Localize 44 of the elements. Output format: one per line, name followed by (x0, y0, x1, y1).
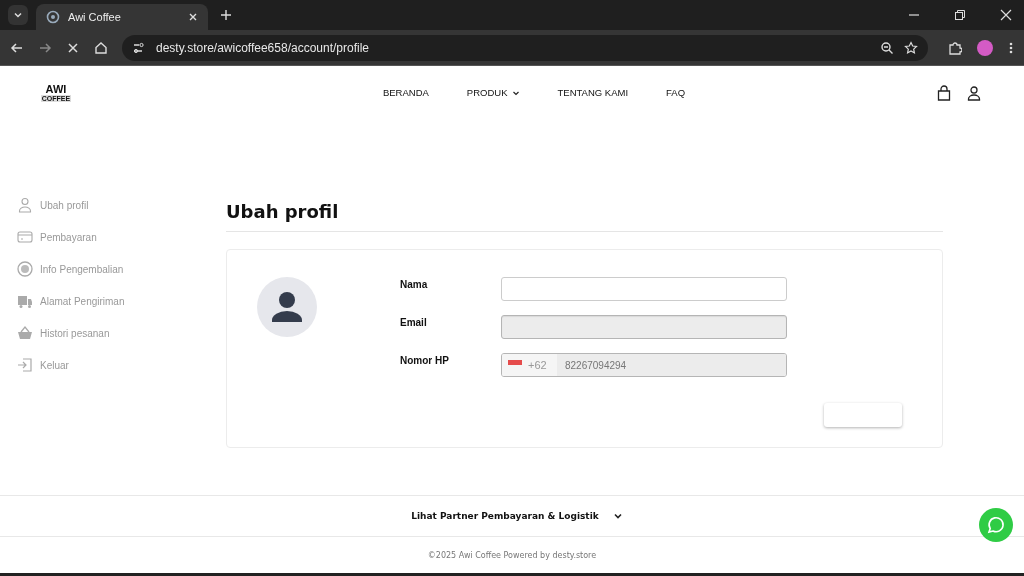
more-icon[interactable] (1008, 40, 1014, 55)
star-icon[interactable] (904, 40, 918, 55)
chevron-down-icon (13, 10, 23, 20)
home-icon[interactable] (94, 40, 108, 55)
page-title: Ubah profil (226, 201, 943, 232)
site-settings-icon[interactable] (132, 40, 146, 55)
restore-icon[interactable] (954, 9, 966, 21)
input-field[interactable] (501, 277, 787, 301)
avatar-icon[interactable] (257, 277, 317, 337)
refund-icon (17, 261, 33, 277)
nav-link[interactable]: BERANDA (382, 87, 429, 98)
user-icon[interactable] (966, 84, 982, 101)
field-label: Nama (400, 278, 429, 290)
stop-icon[interactable] (66, 40, 80, 55)
puzzle-icon[interactable] (948, 40, 962, 55)
new-tab-icon[interactable] (220, 9, 232, 21)
site-icon (46, 10, 60, 24)
profile-avatar-icon[interactable] (976, 38, 994, 57)
tab-title: Awi Coffee (68, 11, 122, 23)
nav-link[interactable]: PRODUK (466, 87, 520, 98)
field-label: Email (400, 316, 428, 328)
zoom-out-icon[interactable] (880, 40, 894, 55)
logout-icon (17, 357, 33, 373)
browser-tab[interactable]: Awi Coffee (36, 4, 208, 30)
tab-list-button[interactable] (8, 5, 28, 25)
forward-icon[interactable] (38, 40, 52, 55)
close-icon[interactable] (1000, 9, 1012, 21)
chevron-down-icon (612, 511, 623, 521)
partners-toggle[interactable]: Lihat Partner Pembayaran & Logistik (401, 511, 623, 521)
address-bar[interactable]: desty.store/awicoffee658/account/profile (122, 34, 928, 61)
close-icon[interactable] (188, 12, 198, 22)
country-code: +62 (528, 359, 547, 371)
nav-link[interactable]: FAQ (666, 87, 686, 98)
credit-card-icon (17, 229, 33, 245)
copyright-text: ©2025 Awi Coffee Powered by desty.store (426, 549, 598, 562)
field-label: Nomor HP (400, 354, 450, 366)
url-text: desty.store/awicoffee658/account/profile (156, 40, 370, 55)
nav-link[interactable]: TENTANG KAMI (557, 87, 629, 98)
phone-value: 82267094294 (557, 354, 786, 376)
back-icon[interactable] (10, 40, 24, 55)
truck-icon (17, 293, 33, 309)
shopping-bag-icon[interactable] (936, 84, 952, 101)
basket-icon (17, 325, 33, 341)
user-icon (17, 197, 33, 213)
